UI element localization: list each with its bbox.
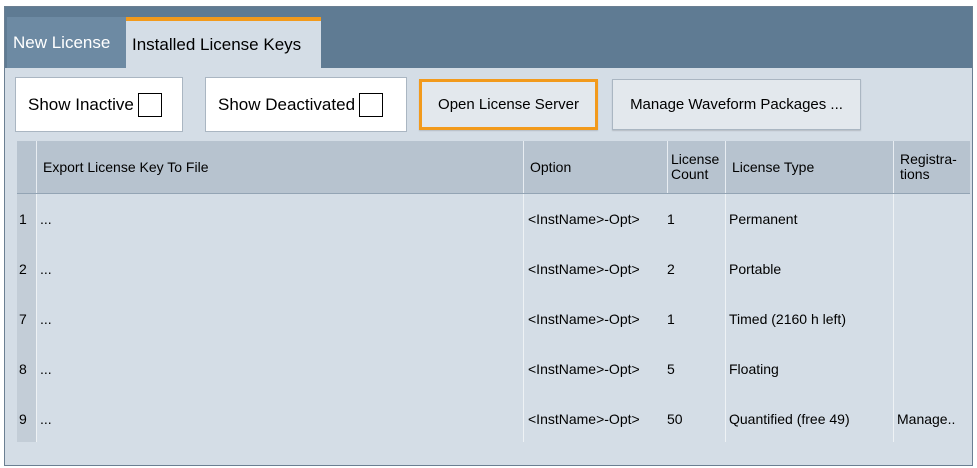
header-index: [17, 141, 36, 193]
row-export-cell[interactable]: ...: [36, 244, 523, 294]
row-option: <InstName>-Opt>: [523, 394, 667, 442]
show-deactivated-checkbox[interactable]: [359, 92, 384, 117]
show-inactive-checkbox[interactable]: [137, 92, 162, 117]
show-deactivated-group[interactable]: Show Deactivated: [205, 77, 407, 132]
row-registrations[interactable]: [893, 294, 970, 344]
row-registrations[interactable]: [893, 344, 970, 394]
show-inactive-label: Show Inactive: [28, 94, 134, 114]
row-index: 1: [17, 194, 36, 244]
table-header: Export License Key To File Option Licens…: [17, 141, 970, 194]
open-license-server-button[interactable]: Open License Server: [419, 79, 598, 130]
row-count: 5: [667, 361, 675, 377]
row-count: 1: [667, 211, 675, 227]
row-type: Timed (2160 h left): [725, 294, 893, 344]
show-inactive-group[interactable]: Show Inactive: [15, 77, 183, 132]
manage-waveform-packages-button[interactable]: Manage Waveform Packages ...: [612, 79, 861, 130]
row-type: Floating: [725, 344, 893, 394]
header-license-type: License Type: [725, 141, 893, 193]
header-option: Option: [523, 141, 667, 193]
row-registrations[interactable]: Manage..: [893, 394, 970, 442]
row-index: 9: [17, 394, 36, 442]
header-license-count-line2: Count: [671, 166, 709, 182]
header-registrations: Registra- tions: [893, 141, 970, 193]
row-export-cell[interactable]: ...: [36, 294, 523, 344]
row-export-cell[interactable]: ...: [36, 394, 523, 442]
row-option: <InstName>-Opt>: [523, 344, 667, 394]
show-deactivated-label: Show Deactivated: [218, 94, 356, 114]
header-license-count-line1: License: [671, 151, 720, 167]
tab-bar: New License Installed License Keys: [5, 7, 972, 68]
row-type: Portable: [725, 244, 893, 294]
row-count: 50: [667, 411, 683, 427]
row-index: 8: [17, 344, 36, 394]
row-type: Quantified (free 49): [725, 394, 893, 442]
row-count: 2: [667, 261, 675, 277]
row-registrations[interactable]: [893, 194, 970, 244]
row-export-cell[interactable]: ...: [36, 194, 523, 244]
tab-installed-license-keys[interactable]: Installed License Keys: [126, 17, 321, 68]
row-option: <InstName>-Opt>: [523, 194, 667, 244]
header-registrations-line2: tions: [900, 166, 930, 182]
row-index: 2: [17, 244, 36, 294]
header-export: Export License Key To File: [36, 141, 523, 193]
header-registrations-line1: Registra-: [900, 151, 957, 167]
table-row[interactable]: 7 ... <InstName>-Opt> 1 Timed (2160 h le…: [17, 294, 970, 345]
row-export-cell[interactable]: ...: [36, 344, 523, 394]
row-option: <InstName>-Opt>: [523, 294, 667, 344]
row-index: 7: [17, 294, 36, 344]
row-count: 1: [667, 311, 675, 327]
header-license-count: License Count: [667, 141, 725, 193]
tab-new-license[interactable]: New License: [7, 17, 127, 68]
table-row[interactable]: 8 ... <InstName>-Opt> 5 Floating: [17, 344, 970, 395]
table-row[interactable]: 9 ... <InstName>-Opt> 50 Quantified (fre…: [17, 394, 970, 442]
row-type: Permanent: [725, 194, 893, 244]
row-registrations[interactable]: [893, 244, 970, 294]
table-row[interactable]: 2 ... <InstName>-Opt> 2 Portable: [17, 244, 970, 295]
table-row[interactable]: 1 ... <InstName>-Opt> 1 Permanent: [17, 194, 970, 245]
license-manager-panel: New License Installed License Keys Show …: [4, 6, 973, 466]
row-option: <InstName>-Opt>: [523, 244, 667, 294]
license-table: Export License Key To File Option Licens…: [17, 141, 970, 442]
